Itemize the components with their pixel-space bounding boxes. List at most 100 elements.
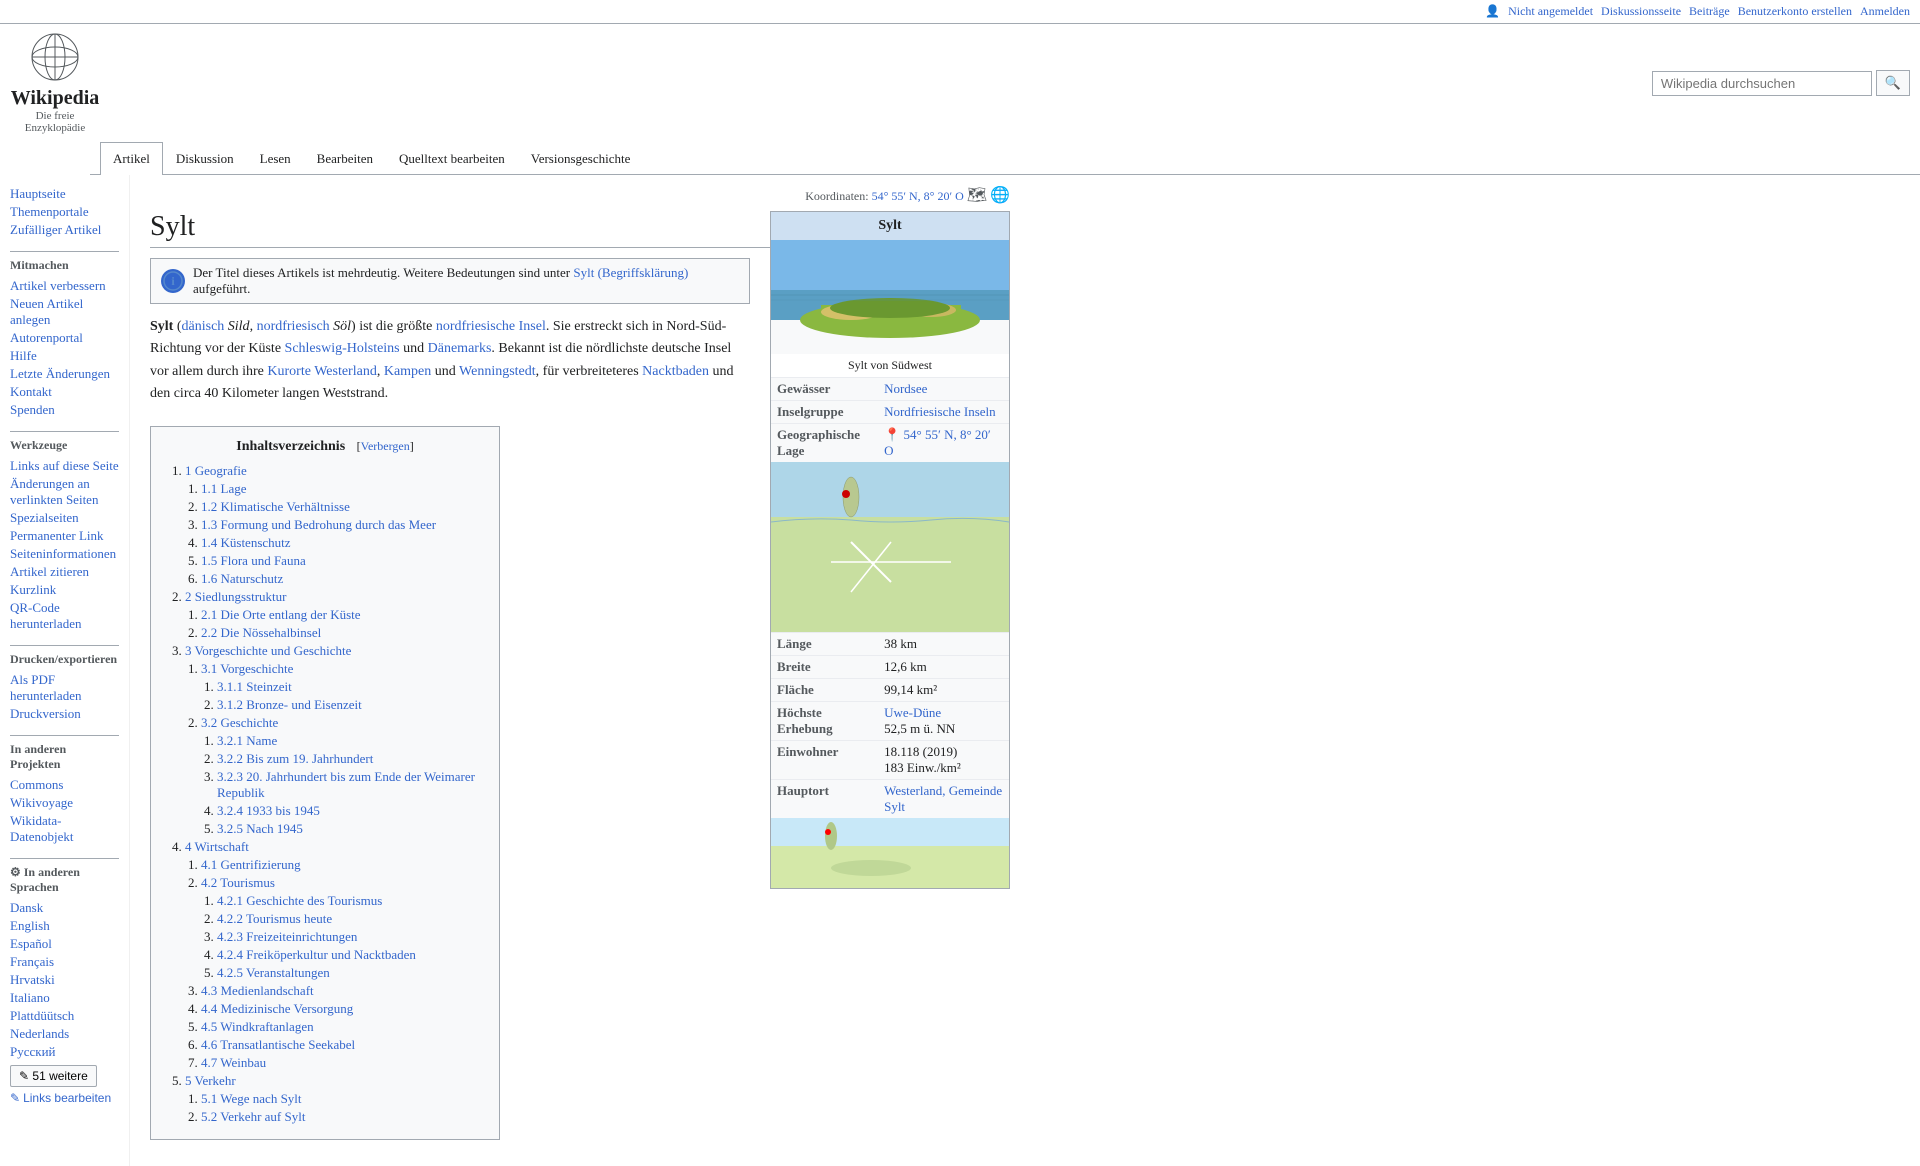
sidebar-item-dansk[interactable]: Dansk [10,899,119,917]
sidebar-item-letzte-aenderungen[interactable]: Letzte Änderungen [10,365,119,383]
sidebar-item-espanol[interactable]: Español [10,935,119,953]
infobox-map [771,462,1009,632]
coordinates-link[interactable]: 54° 55′ N, 8° 20′ O [872,189,964,203]
toc-sublist-5: 5.1 Wege nach Sylt 5.2 Verkehr auf Sylt [185,1091,483,1125]
sidebar-item-themenportale[interactable]: Themenportale [10,203,119,221]
infobox-value-hoechste: Uwe-Düne52,5 m ü. NN [878,702,1009,741]
sidebar-item-aenderungen-verlinkten[interactable]: Änderungen an verlinkten Seiten [10,475,119,509]
sidebar-item-artikel-verbessern[interactable]: Artikel verbessern [10,277,119,295]
sidebar-item-wikivoyage[interactable]: Wikivoyage [10,794,119,812]
toc-item-1-1: 1.1 Lage [201,481,483,497]
sidebar-item-permanenter-link[interactable]: Permanenter Link [10,527,119,545]
sidebar-item-qr[interactable]: QR-Code herunterladen [10,599,119,633]
toc-list: 1 Geografie 1.1 Lage 1.2 Klimatische Ver… [167,463,483,1125]
sidebar-item-spezialseiten[interactable]: Spezialseiten [10,509,119,527]
sidebar-item-druckversion[interactable]: Druckversion [10,705,119,723]
toc-sublist-1: 1.1 Lage 1.2 Klimatische Verhältnisse 1.… [185,481,483,587]
search-button[interactable]: 🔍 [1876,70,1910,96]
sidebar-title-mitmachen: Mitmachen [10,258,119,273]
top-bar: 👤 Nicht angemeldet Diskussionsseite Beit… [0,0,1920,24]
infobox-row-gewaesser: Gewässer Nordsee [771,378,1009,401]
sidebar-item-pdf[interactable]: Als PDF herunterladen [10,671,119,705]
toc-sublist-3-2: 3.2.1 Name 3.2.2 Bis zum 19. Jahrhundert… [201,733,483,837]
toc-sublist-4-2: 4.2.1 Geschichte des Tourismus 4.2.2 Tou… [201,893,483,981]
toc-item-4-2-5: 4.2.5 Veranstaltungen [217,965,483,981]
toc-item-3-2-4: 3.2.4 1933 bis 1945 [217,803,483,819]
sidebar-title-drucken: Drucken/exportieren [10,652,119,667]
infobox-label-gewaesser: Gewässer [771,378,878,401]
sidebar-languages: ⚙ In anderen Sprachen Dansk English Espa… [10,865,119,1105]
infobox-value-einwohner: 18.118 (2019)183 Einw./km² [878,741,1009,780]
tab-quelltext[interactable]: Quelltext bearbeiten [386,142,518,175]
infobox-row-lage: Geographische Lage 📍 54° 55′ N, 8° 20′ O [771,424,1009,463]
infobox-row-inselgruppe: Inselgruppe Nordfriesische Inseln [771,401,1009,424]
toc-item-3-1-1: 3.1.1 Steinzeit [217,679,483,695]
toc-item-1-5: 1.5 Flora und Fauna [201,553,483,569]
infobox-row-hoechste: Höchste Erhebung Uwe-Düne52,5 m ü. NN [771,702,1009,741]
globe-icon: 🌐 [990,187,1010,204]
toc-item-4-2-4: 4.2.4 Freiköperkultur und Nacktbaden [217,947,483,963]
sidebar-item-kontakt[interactable]: Kontakt [10,383,119,401]
infobox-value-hauptort: Westerland, Gemeinde Sylt [878,780,1009,819]
toc-item-3-2-1: 3.2.1 Name [217,733,483,749]
sidebar-item-seiteninformationen[interactable]: Seiteninformationen [10,545,119,563]
disambig-link[interactable]: Sylt (Begriffsklärung) [573,265,688,280]
infobox-label-hauptort: Hauptort [771,780,878,819]
infobox-row-flaeche: Fläche 99,14 km² [771,679,1009,702]
infobox-value-lage: 📍 54° 55′ N, 8° 20′ O [878,424,1009,463]
btn-51-more[interactable]: ✎ 51 weitere [10,1065,97,1087]
infobox-row-laenge: Länge 38 km [771,633,1009,656]
sidebar-item-autorenportal[interactable]: Autorenportal [10,329,119,347]
tab-versionsgeschichte[interactable]: Versionsgeschichte [518,142,644,175]
toc-item-4-4: 4.4 Medizinische Versorgung [201,1001,483,1017]
toc-item-5: 5 Verkehr 5.1 Wege nach Sylt 5.2 Verkehr… [185,1073,483,1125]
sidebar-item-artikel-zitieren[interactable]: Artikel zitieren [10,563,119,581]
sidebar-item-neuen-artikel[interactable]: Neuen Artikel anlegen [10,295,119,329]
sidebar-item-commons[interactable]: Commons [10,776,119,794]
sidebar-item-spenden[interactable]: Spenden [10,401,119,419]
sidebar-navigation: Hauptseite Themenportale Zufälliger Arti… [10,185,119,239]
not-logged-in-link[interactable]: Nicht angemeldet [1508,4,1593,19]
infobox-label-laenge: Länge [771,633,878,656]
toc-item-5-2: 5.2 Verkehr auf Sylt [201,1109,483,1125]
tab-artikel[interactable]: Artikel [100,142,163,175]
discussion-link[interactable]: Diskussionsseite [1601,4,1681,19]
infobox-aerial-image [771,240,1009,350]
toc-item-3-1-2: 3.1.2 Bronze- und Eisenzeit [217,697,483,713]
toc-toggle[interactable]: Verbergen [361,439,410,453]
search-input[interactable] [1652,71,1872,96]
sidebar-item-hilfe[interactable]: Hilfe [10,347,119,365]
search-bar: 🔍 [1652,70,1910,96]
sidebar-item-zufall[interactable]: Zufälliger Artikel [10,221,119,239]
logo: Wikipedia Die freie Enzyklopädie [10,32,100,134]
sidebar-item-italiano[interactable]: Italiano [10,989,119,1007]
infobox-row-hauptort: Hauptort Westerland, Gemeinde Sylt [771,780,1009,819]
sidebar-item-plattduutsch[interactable]: Plattdüütsch [10,1007,119,1025]
sidebar-title-other-projects: In anderen Projekten [10,742,119,772]
logo-text: Wikipedia Die freie Enzyklopädie [10,87,100,134]
login-link[interactable]: Anmelden [1860,4,1910,19]
tab-lesen[interactable]: Lesen [247,142,304,175]
sidebar-item-russisch[interactable]: Русский [10,1043,119,1061]
toc-item-4-2-1: 4.2.1 Geschichte des Tourismus [217,893,483,909]
toc-item-4-6: 4.6 Transatlantische Seekabel [201,1037,483,1053]
sidebar-item-links[interactable]: Links auf diese Seite [10,457,119,475]
sidebar-item-nederlands[interactable]: Nederlands [10,1025,119,1043]
links-bearbeiten-button[interactable]: ✎ Links bearbeiten [10,1091,111,1105]
sidebar-item-kurzlink[interactable]: Kurzlink [10,581,119,599]
sidebar: Hauptseite Themenportale Zufälliger Arti… [0,175,130,1166]
tab-bearbeiten[interactable]: Bearbeiten [304,142,386,175]
sidebar-item-english[interactable]: English [10,917,119,935]
sidebar-item-wikidata[interactable]: Wikidata-Datenobjekt [10,812,119,846]
tab-diskussion[interactable]: Diskussion [163,142,247,175]
toc-item-2: 2 Siedlungsstruktur 2.1 Die Orte entlang… [185,589,483,641]
infobox-value-inselgruppe: Nordfriesische Inseln [878,401,1009,424]
location-icon: 📍 [884,427,900,442]
create-account-link[interactable]: Benutzerkonto erstellen [1738,4,1852,19]
sidebar-item-hrvatski[interactable]: Hrvatski [10,971,119,989]
sidebar-divider-1 [10,251,119,252]
infobox-value-laenge: 38 km [878,633,1009,656]
sidebar-item-francais[interactable]: Français [10,953,119,971]
sidebar-item-hauptseite[interactable]: Hauptseite [10,185,119,203]
contributions-link[interactable]: Beiträge [1689,4,1730,19]
